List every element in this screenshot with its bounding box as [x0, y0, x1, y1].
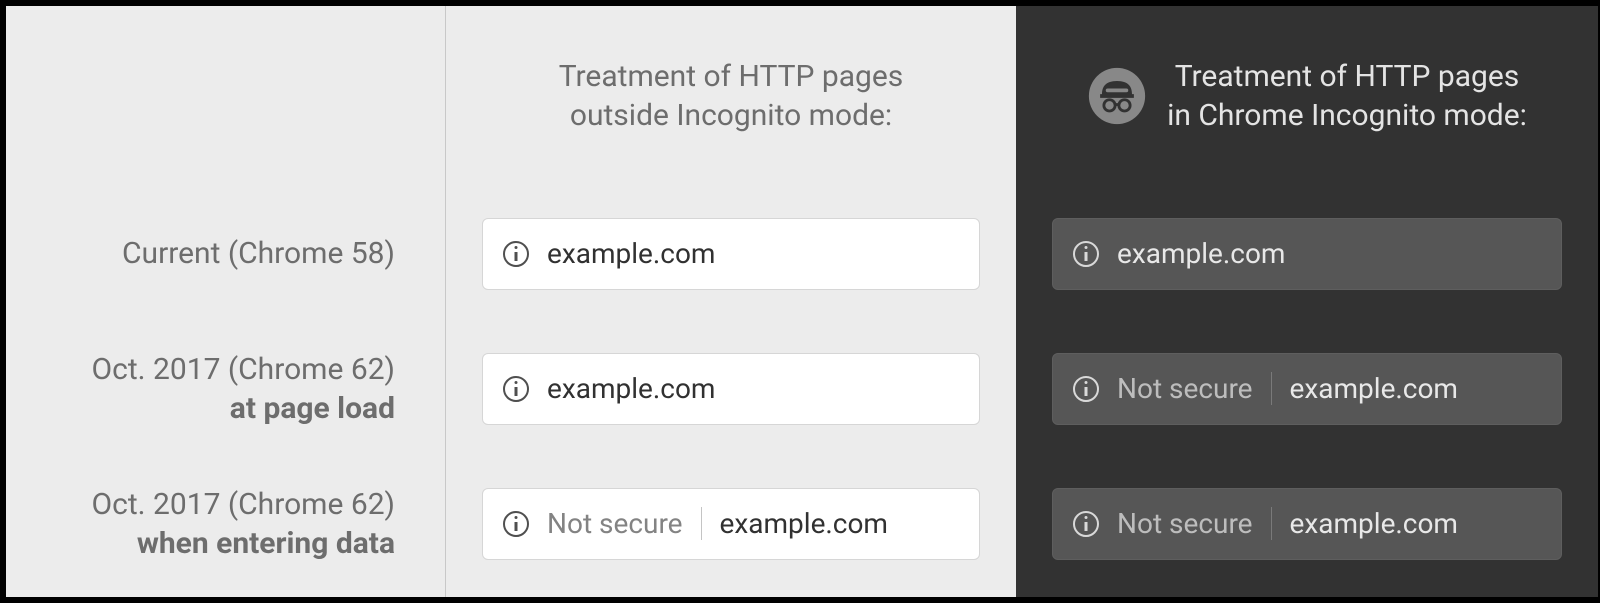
- normal-header: Treatment of HTTP pages outside Incognit…: [482, 6, 980, 186]
- omnibox-url: example.com: [1117, 237, 1285, 270]
- labels-column: Current (Chrome 58) Oct. 2017 (Chrome 62…: [6, 6, 446, 597]
- row-label-main: Current (Chrome 58): [122, 236, 395, 271]
- omnibox-incognito-0: example.com: [1052, 218, 1562, 290]
- row-label-sub: at page load: [91, 389, 395, 428]
- incognito-icon: [1087, 66, 1147, 126]
- omnibox-incognito-1: Not secure example.com: [1052, 353, 1562, 425]
- row-label-main: Oct. 2017 (Chrome 62): [91, 352, 395, 387]
- omnibox-url: example.com: [547, 237, 715, 270]
- comparison-diagram: Current (Chrome 58) Oct. 2017 (Chrome 62…: [0, 0, 1600, 603]
- omnibox-url: example.com: [547, 372, 715, 405]
- info-icon: [1073, 241, 1099, 267]
- diagram-grid: Current (Chrome 58) Oct. 2017 (Chrome 62…: [6, 6, 1594, 597]
- normal-header-line1: Treatment of HTTP pages: [559, 59, 904, 94]
- info-icon: [1073, 511, 1099, 537]
- incognito-row-0: example.com: [1052, 186, 1562, 321]
- row-label-1: Oct. 2017 (Chrome 62) at page load: [42, 321, 409, 456]
- omnibox-normal-2: Not secure example.com: [482, 488, 980, 560]
- omnibox-normal-1: example.com: [482, 353, 980, 425]
- row-label-sub: when entering data: [91, 524, 395, 563]
- labels-header-spacer: [42, 6, 409, 186]
- omnibox-url: example.com: [1290, 372, 1458, 405]
- incognito-header-line1: Treatment of HTTP pages: [1175, 59, 1520, 94]
- incognito-column: Treatment of HTTP pages in Chrome Incogn…: [1016, 6, 1598, 597]
- info-icon: [503, 241, 529, 267]
- incognito-header: Treatment of HTTP pages in Chrome Incogn…: [1052, 6, 1562, 186]
- row-label-main: Oct. 2017 (Chrome 62): [91, 487, 395, 522]
- info-icon: [1073, 376, 1099, 402]
- omnibox-url: example.com: [720, 507, 888, 540]
- not-secure-label: Not secure: [1117, 372, 1272, 405]
- incognito-header-line2: in Chrome Incognito mode:: [1167, 98, 1527, 133]
- not-secure-label: Not secure: [1117, 507, 1272, 540]
- normal-row-0: example.com: [482, 186, 980, 321]
- normal-header-line2: outside Incognito mode:: [570, 98, 892, 133]
- info-icon: [503, 511, 529, 537]
- normal-column: Treatment of HTTP pages outside Incognit…: [446, 6, 1016, 597]
- row-label-0: Current (Chrome 58): [42, 186, 409, 321]
- normal-row-2: Not secure example.com: [482, 456, 980, 591]
- row-label-2: Oct. 2017 (Chrome 62) when entering data: [42, 456, 409, 591]
- not-secure-label: Not secure: [547, 507, 702, 540]
- info-icon: [503, 376, 529, 402]
- incognito-row-1: Not secure example.com: [1052, 321, 1562, 456]
- normal-row-1: example.com: [482, 321, 980, 456]
- omnibox-url: example.com: [1290, 507, 1458, 540]
- omnibox-normal-0: example.com: [482, 218, 980, 290]
- omnibox-incognito-2: Not secure example.com: [1052, 488, 1562, 560]
- incognito-row-2: Not secure example.com: [1052, 456, 1562, 591]
